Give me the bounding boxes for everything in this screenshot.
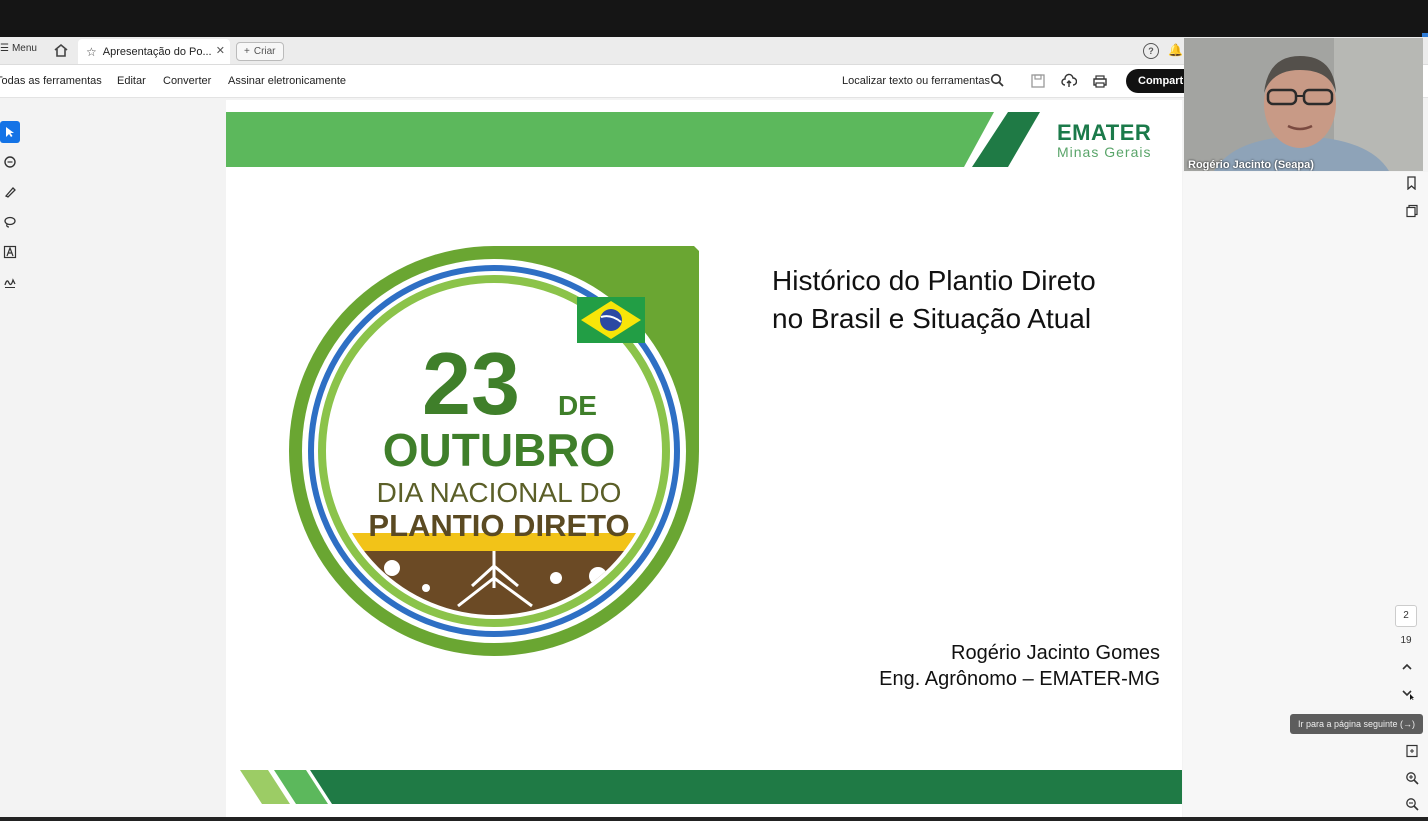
help-icon[interactable]: ? [1143, 43, 1159, 59]
hamburger-icon: ☰ [0, 43, 9, 54]
pen-icon [4, 187, 16, 198]
draw-tool[interactable] [0, 211, 20, 233]
cloud-upload-icon[interactable] [1061, 73, 1077, 89]
webcam-tile: Rogério Jacinto (Seapa) [1184, 38, 1423, 171]
author-block: Rogério Jacinto Gomes Eng. Agrônomo – EM… [879, 640, 1160, 692]
comment-icon [4, 156, 16, 168]
logo-sub: Minas Gerais [1057, 144, 1152, 160]
footer-bar [310, 770, 1182, 804]
page-fit-icon[interactable] [1405, 744, 1419, 758]
convert-menu[interactable]: Converter [163, 75, 211, 87]
badge-line1: DIA NACIONAL DO [376, 477, 622, 508]
search-icon[interactable] [990, 73, 1004, 87]
participant-video [1184, 38, 1423, 171]
save-icon[interactable] [1030, 73, 1046, 89]
title-line-2: no Brasil e Situação Atual [772, 303, 1092, 334]
highlight-tool[interactable] [0, 181, 20, 203]
cursor-icon [6, 127, 14, 137]
badge-de: DE [558, 390, 597, 421]
logo-main: EMATER [1057, 120, 1152, 145]
text-tool[interactable] [0, 241, 20, 263]
find-input[interactable]: Localizar texto ou ferramentas [842, 75, 990, 87]
next-page-tooltip: Ir para a página seguinte (→) [1290, 714, 1423, 734]
chevron-up-icon[interactable] [1400, 660, 1414, 674]
title-line-1: Histórico do Plantio Direto [772, 265, 1096, 296]
os-top-bar [0, 0, 1428, 39]
pages-icon[interactable] [1405, 204, 1419, 218]
current-page-input[interactable]: 2 [1395, 605, 1417, 627]
plus-icon: + [244, 46, 250, 57]
header-bar [226, 112, 994, 167]
sign-tool[interactable] [0, 271, 20, 293]
signature-icon [4, 278, 16, 288]
text-box-icon [3, 245, 17, 259]
create-button[interactable]: + Criar [236, 42, 284, 61]
author-name: Rogério Jacinto Gomes [951, 642, 1160, 664]
menu-label: Menu [11, 43, 37, 54]
badge-month: OUTUBRO [382, 424, 616, 476]
total-pages: 19 [1400, 635, 1412, 646]
slide-page: 23 DE OUTUBRO DIA NACIONAL DO PLANTIO DI… [226, 100, 1182, 817]
tab-title: Apresentação do Po... [102, 45, 212, 58]
print-icon[interactable] [1092, 73, 1108, 89]
close-icon[interactable]: ✕ [216, 44, 225, 57]
bookmark-icon[interactable] [1405, 176, 1419, 190]
star-icon[interactable]: ☆ [86, 45, 97, 59]
zoom-in-icon[interactable] [1405, 771, 1419, 785]
os-bottom-bar [0, 817, 1428, 821]
lasso-icon [4, 216, 16, 228]
comment-tool[interactable] [0, 151, 20, 173]
bell-icon[interactable]: 🔔 [1168, 43, 1183, 57]
badge-day: 23 [422, 334, 520, 433]
tab-document[interactable]: ☆ Apresentação do Po... ✕ [78, 39, 230, 64]
brazil-flag [577, 297, 645, 343]
author-role: Eng. Agrônomo – EMATER-MG [879, 668, 1160, 690]
edit-menu[interactable]: Editar [117, 75, 146, 87]
all-tools-menu[interactable]: Todas as ferramentas [0, 75, 102, 87]
zoom-out-icon[interactable] [1405, 797, 1419, 811]
participant-name: Rogério Jacinto (Seapa) [1188, 159, 1314, 171]
emater-logo: EMATER Minas Gerais [1057, 120, 1162, 160]
chevron-down-icon[interactable] [1400, 686, 1414, 700]
slide-title: Histórico do Plantio Direto no Brasil e … [772, 262, 1096, 338]
badge-line2: PLANTIO DIRETO [368, 508, 630, 543]
sign-menu[interactable]: Assinar eletronicamente [228, 75, 346, 87]
menu-button[interactable]: ☰ Menu [0, 43, 37, 54]
home-icon[interactable] [53, 43, 69, 58]
left-tool-rail [0, 109, 22, 299]
create-label: Criar [253, 46, 276, 57]
select-tool[interactable] [0, 121, 20, 143]
